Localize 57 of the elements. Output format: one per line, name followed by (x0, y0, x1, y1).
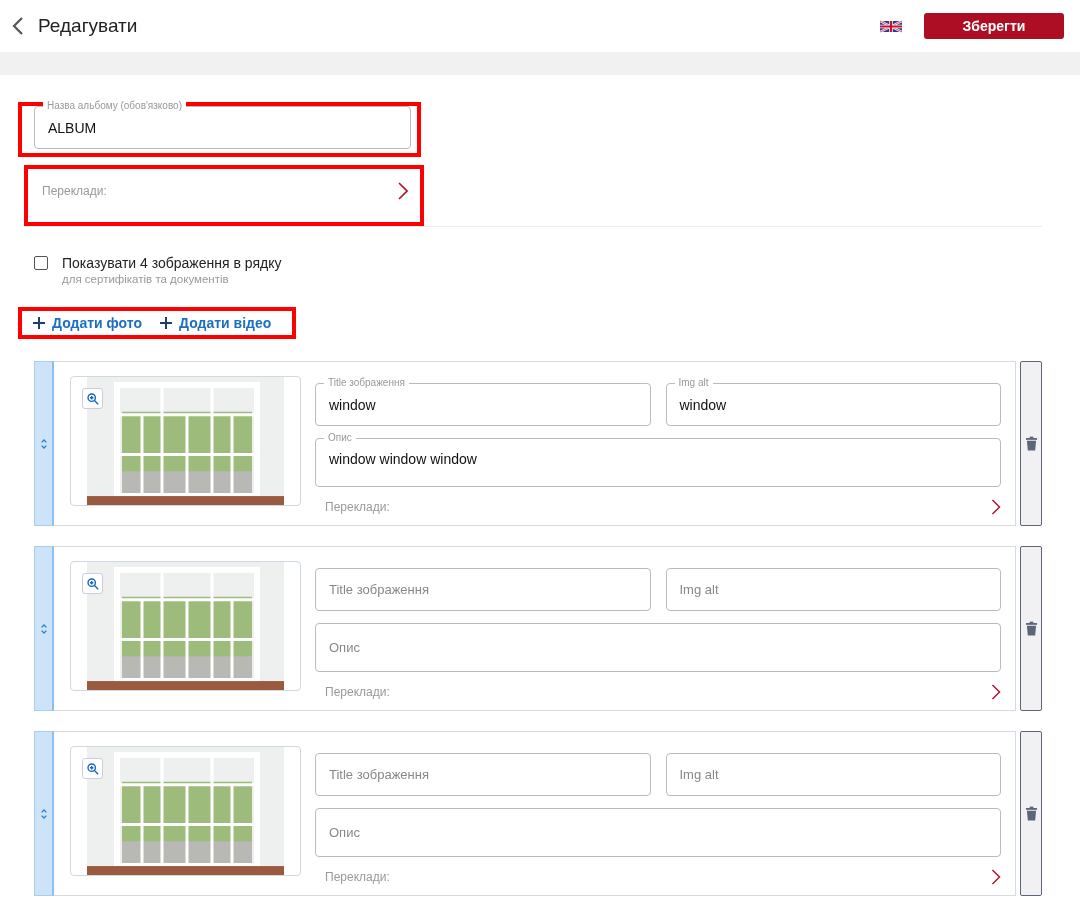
zoom-in-icon (86, 762, 99, 775)
field-placeholder: Title зображення (329, 767, 429, 782)
delete-column[interactable] (1020, 546, 1042, 711)
chevron-right-icon[interactable] (398, 182, 408, 200)
chevron-right-icon[interactable] (991, 499, 1001, 515)
field-label: Назва альбому (обов'язково) (43, 99, 186, 113)
checkbox-hint: для сертифікатів та документів (62, 273, 230, 285)
trash-icon (1025, 806, 1037, 821)
zoom-in-button[interactable] (82, 388, 103, 409)
text-field[interactable]: Img alt window (665, 376, 1001, 426)
description-field[interactable]: Опис (315, 616, 1001, 672)
field-label: Img alt (674, 376, 713, 390)
description-field[interactable]: Опис window window window (315, 431, 1001, 487)
text-field[interactable]: Title зображення window (315, 376, 651, 426)
drag-handle[interactable] (34, 731, 54, 896)
chevron-right-icon[interactable] (991, 684, 1001, 700)
add-link[interactable]: Додати відео (160, 313, 272, 333)
add-link[interactable]: Додати фото (33, 313, 143, 333)
zoom-in-icon (86, 577, 99, 590)
translations-label: Переклади: (325, 685, 390, 699)
description-field[interactable]: Опис (315, 801, 1001, 857)
field-placeholder: Img alt (679, 582, 719, 597)
zoom-in-button[interactable] (82, 573, 103, 594)
field-value: window (329, 396, 376, 413)
drag-handle[interactable] (34, 546, 54, 711)
drag-handle[interactable] (34, 361, 54, 526)
trash-icon (1025, 436, 1037, 451)
translations-label: Переклади: (325, 870, 390, 884)
text-field[interactable]: Img alt (665, 746, 1001, 796)
page-title: Редагувати (38, 15, 138, 37)
album-name-field[interactable]: Назва альбому (обов'язково) ALBUM (34, 99, 411, 149)
field-placeholder: Img alt (679, 767, 719, 782)
uk-flag-icon[interactable] (880, 19, 902, 33)
field-value: window window window (329, 451, 477, 467)
back-icon[interactable] (12, 16, 24, 36)
text-field[interactable]: Title зображення (315, 561, 651, 611)
text-field[interactable]: Img alt (665, 561, 1001, 611)
checkbox[interactable] (34, 256, 48, 270)
chevron-right-icon[interactable] (991, 869, 1001, 885)
trash-icon (1025, 621, 1037, 636)
field-label: Title зображення (324, 376, 409, 390)
plus-icon (33, 317, 45, 329)
translations-label: Переклади: (325, 500, 390, 514)
text-field[interactable]: Title зображення (315, 746, 651, 796)
field-placeholder: Title зображення (329, 582, 429, 597)
field-placeholder: Опис (329, 825, 360, 840)
field-placeholder: Опис (329, 640, 360, 655)
translations-label: Переклади: (42, 184, 107, 198)
zoom-in-button[interactable] (82, 758, 103, 779)
delete-column[interactable] (1020, 361, 1042, 526)
field-value: window (679, 396, 727, 413)
field-value: ALBUM (48, 119, 97, 136)
zoom-in-icon (86, 392, 99, 405)
save-button[interactable]: Зберегти (924, 13, 1064, 39)
delete-column[interactable] (1020, 731, 1042, 896)
plus-icon (160, 317, 173, 329)
checkbox-label: Показувати 4 зображення в рядку (62, 255, 282, 271)
